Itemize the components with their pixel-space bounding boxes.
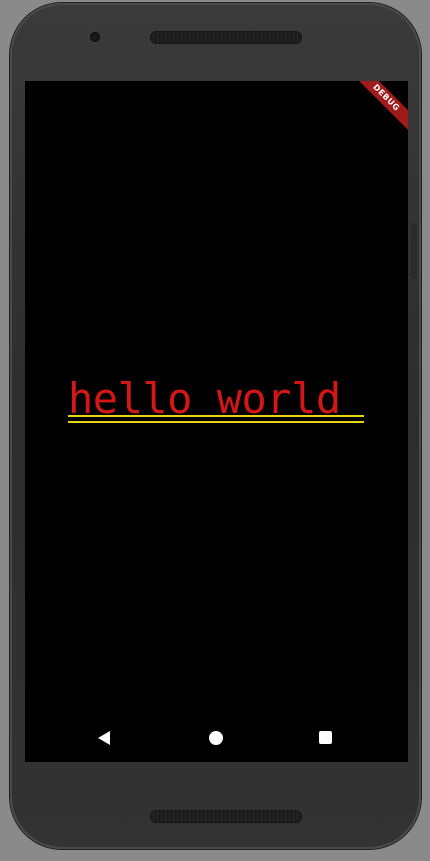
back-triangle-icon[interactable] (98, 731, 110, 745)
volume-button[interactable] (411, 223, 417, 279)
debug-banner: DEBUG (345, 81, 408, 139)
bottom-speaker-grille (150, 810, 302, 823)
text-underline-lower (68, 421, 364, 423)
front-camera (90, 32, 100, 42)
top-speaker-grille (150, 31, 302, 44)
text-underline-upper (68, 415, 364, 417)
home-circle-icon[interactable] (209, 731, 223, 745)
recents-square-icon[interactable] (319, 731, 332, 744)
app-screen: DEBUG hello world (25, 81, 408, 762)
